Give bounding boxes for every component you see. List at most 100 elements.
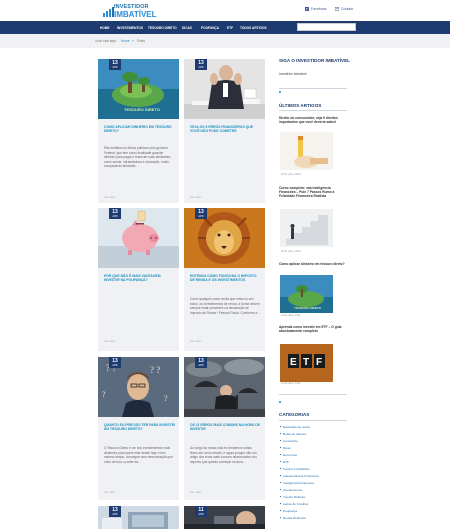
category-link[interactable]: Bolsa de Valores [279,432,306,436]
post-read-more[interactable]: Ver mais [104,490,115,494]
breadcrumb: Você está aqui: Home » Posts [0,34,450,48]
svg-text:T: T [303,357,309,368]
post-date-badge: 13 APR [195,357,207,368]
post-excerpt: O Tesouro Direto é um dos investimentos … [104,446,173,464]
category-link[interactable]: Renda Dinâmica [280,516,306,520]
post-date-badge: 13 APR [195,208,207,219]
recent-post-title[interactable]: Aprenda como investir em ETF – O guia ab… [279,325,347,333]
recent-post-thumbnail[interactable] [280,209,333,247]
recent-post-thumbnail[interactable] [280,132,333,170]
post-title[interactable]: COMO APLICAR DINHEIRO EM TESOURO DIRETO? [104,125,176,133]
post-card[interactable]: ? ? ? ? ? ? 13 APR QUANTO EU PRECISO TER … [98,357,179,500]
category-link[interactable]: Economia [280,453,297,457]
nav-home[interactable]: HOME [100,26,110,30]
search-input[interactable] [297,23,356,31]
post-title[interactable]: POR QUE NÃO É MAIS VANTAGEM INVESTIR NA … [104,274,176,282]
post-title[interactable]: OS 11 ERROS MAIS COMUNS NA HORA DE INVES… [190,423,262,431]
divider [279,88,347,89]
category-link[interactable]: Fundos Imobiliários [280,467,310,471]
nav-dicas[interactable]: DICAS [182,26,192,30]
svg-text:? ?: ? ? [150,365,160,375]
category-link[interactable]: Letras de Créditos [279,502,308,506]
nav-etf[interactable]: ETF [227,26,233,30]
nav-tesouro-direto[interactable]: TESOURO DIRETO [148,26,177,30]
post-date-badge: 13 APR [195,59,207,70]
mail-icon [335,7,339,11]
facebook-label: Facebook [311,7,327,11]
category-link[interactable]: Dicas [280,446,291,450]
nav-investimentos[interactable]: INVESTIMENTOS [117,26,143,30]
recent-post-date: 13 de abril, 2016 [281,314,301,317]
svg-text:?: ? [164,394,168,403]
post-read-more[interactable]: Ver mais [104,339,115,343]
post-date-badge: 11 APR [195,506,207,517]
post-title[interactable]: QUANTO EU PRECISO TER PARA INVESTIR NO T… [104,423,176,431]
post-read-more[interactable]: Ver mais [190,339,201,343]
post-excerpt: São emitidos os títulos públicos pelo go… [104,146,171,169]
breadcrumb-home[interactable]: Home [121,39,130,43]
post-date-badge: 13 APR [109,59,121,70]
breadcrumb-current: Posts [137,39,145,43]
category-link[interactable]: Investimentos [279,488,302,492]
post-card[interactable]: 13 APR POR QUE NÃO É MAIS VANTAGEM INVEST… [98,208,179,351]
post-excerpt: Ao longo da nossa vida eu tendemos vária… [190,446,257,464]
post-read-more[interactable]: Ver mais [190,490,201,494]
recent-post-date: 25 de julho, 2016 [281,250,301,253]
divider [279,110,347,111]
recent-post-thumbnail[interactable]: TESOURO DIRETO [280,275,333,313]
bullet-icon [279,401,281,403]
category-link[interactable]: Independência Financeira [280,474,319,478]
post-excerpt: Como qualquer outra renda que entra no s… [190,297,260,315]
recent-post-title[interactable]: Curso completo: vaa Inteligência Finance… [279,186,347,199]
recent-posts-title: ÚLTIMOS ARTIGOS [279,103,322,108]
main-nav: HOME INVESTIMENTOS TESOURO DIRETO DICAS … [0,21,450,34]
follow-link[interactable]: Investidor Imbatível [279,72,307,76]
recent-post-title[interactable]: Como aplicar dinheiro em tesouro direto? [279,262,347,266]
post-card[interactable]: 11 APR [184,506,265,529]
post-card[interactable]: TESOURO DIRETO 13 APR COMO APLICAR DINHEI… [98,59,179,203]
post-date-badge: 13 APR [109,357,121,368]
contact-link[interactable]: Contato [335,7,353,11]
post-card[interactable]: 13 APR OS 11 ERROS MAIS COMUNS NA HORA DE… [184,357,265,500]
svg-text:E: E [290,357,297,368]
category-link[interactable]: consultório [280,439,298,443]
site-header: INVESTIDOR IMBATÍVEL f Facebook Contato [0,0,450,21]
recent-post-title[interactable]: Direito do consumidor, veja 6 direitos i… [279,116,347,124]
category-link[interactable]: Inteligência Financeira [280,481,314,485]
category-link[interactable]: ETF [280,460,289,464]
facebook-link[interactable]: f Facebook [305,7,327,12]
contact-label: Contato [341,7,354,11]
post-date-badge: 13 APR [109,506,121,517]
category-link[interactable]: Poupança [280,509,297,513]
recent-post-date: 13 de abril, 2016 [281,382,301,385]
breadcrumb-prefix: Você está aqui: [95,39,117,43]
nav-poupanca[interactable]: POUPANÇA [201,26,219,30]
post-title[interactable]: ENTENDA COMO FUNCIONA O IMPOSTO DE RENDA… [190,274,262,282]
divider [279,420,347,421]
nav-todos-artigos[interactable]: TODOS ARTIGOS [240,26,267,30]
bullet-icon [279,91,281,93]
follow-title: SIGA O INVESTIDOR IMBATÍVEL [279,58,350,63]
site-logo[interactable]: INVESTIDOR IMBATÍVEL [103,4,161,19]
divider [279,394,347,395]
svg-text:?: ? [102,390,106,399]
post-date-badge: 13 APR [109,208,121,219]
recent-post-thumbnail[interactable]: E T F [280,344,333,382]
post-read-more[interactable]: Ver mais [104,195,115,199]
svg-text:TESOURO DIRETO: TESOURO DIRETO [294,306,322,310]
logo-bars-icon [103,7,114,17]
logo-text-bottom: IMBATÍVEL [114,10,157,19]
post-read-more[interactable]: Ver mais [190,195,201,199]
post-card[interactable]: 13 APR [98,506,179,529]
categories-title: CATEGORIAS [279,412,310,417]
recent-post-date: 25 de julho, 2016 [281,173,301,176]
svg-text:F: F [316,357,322,368]
breadcrumb-separator: » [132,39,134,43]
category-link[interactable]: Educação de renda [280,425,310,429]
post-card[interactable]: 13 APR VEJA OS 5 ERROS FINANCEIROS QUE VO… [184,59,265,203]
category-link[interactable]: Investir Dinheiro [279,495,305,499]
post-title[interactable]: VEJA OS 5 ERROS FINANCEIROS QUE VOCÊ NÃO… [190,125,262,133]
post-card[interactable]: 13 APR ENTENDA COMO FUNCIONA O IMPOSTO DE… [184,208,265,351]
svg-text:TESOURO DIRETO: TESOURO DIRETO [124,107,160,112]
facebook-icon: f [305,7,309,12]
